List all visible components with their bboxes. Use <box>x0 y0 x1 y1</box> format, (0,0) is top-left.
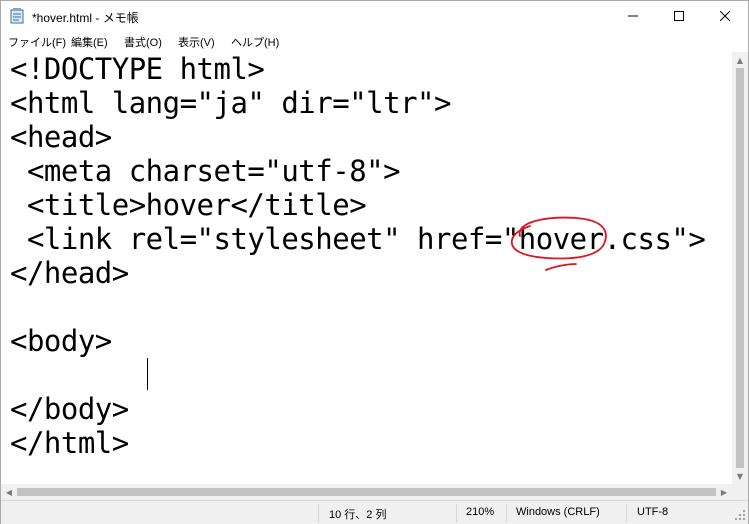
menu-bar: ファイル(F) 編集(E) 書式(O) 表示(V) ヘルプ(H) <box>1 31 748 51</box>
menu-format[interactable]: 書式(O) <box>124 34 162 50</box>
text-editor[interactable]: <!DOCTYPE html> <html lang="ja" dir="ltr… <box>1 52 732 484</box>
status-divider <box>506 504 507 522</box>
close-icon <box>720 11 730 21</box>
code-line: <meta charset="utf-8"> <box>10 154 401 188</box>
code-line: </html> <box>10 426 129 460</box>
maximize-icon <box>674 11 684 21</box>
code-line: <!DOCTYPE html> <box>10 52 265 86</box>
status-divider <box>456 504 457 522</box>
scroll-down-icon[interactable]: ▼ <box>732 468 748 484</box>
notepad-window: *hover.html - メモ帳 ファイル(F) 編集(E) 書式(O) 表示… <box>0 0 749 524</box>
code-line: </body> <box>10 392 129 426</box>
notepad-icon <box>10 8 24 24</box>
encoding: UTF-8 <box>637 506 669 518</box>
scroll-up-icon[interactable]: ▲ <box>732 52 748 68</box>
close-button[interactable] <box>702 1 748 31</box>
minimize-icon <box>628 15 638 17</box>
horizontal-scrollbar[interactable]: ◀ ▶ <box>1 484 732 500</box>
menu-help[interactable]: ヘルプ(H) <box>231 34 279 50</box>
zoom-level: 210% <box>466 506 495 518</box>
vertical-scroll-thumb[interactable] <box>736 68 744 468</box>
horizontal-scroll-thumb[interactable] <box>17 488 716 496</box>
scrollbar-corner <box>732 484 748 500</box>
maximize-button[interactable] <box>656 1 702 31</box>
red-circle-annotation <box>511 216 607 271</box>
status-divider <box>318 504 319 522</box>
vertical-scrollbar[interactable]: ▲ ▼ <box>732 52 748 484</box>
scroll-left-icon[interactable]: ◀ <box>1 484 17 500</box>
code-line: <body> <box>10 324 112 358</box>
code-line: <html lang="ja" dir="ltr"> <box>10 86 451 120</box>
cursor-position: 10 行、2 列 <box>329 509 387 521</box>
menu-view[interactable]: 表示(V) <box>178 34 215 50</box>
status-bar: 10 行、2 列 210% Windows (CRLF) UTF-8 <box>1 500 748 524</box>
code-line: <title>hover</title> <box>10 188 367 222</box>
scroll-right-icon[interactable]: ▶ <box>716 484 732 500</box>
status-divider <box>626 504 627 522</box>
text-caret <box>147 358 148 390</box>
menu-edit[interactable]: 編集(E) <box>71 34 108 50</box>
window-title: *hover.html - メモ帳 <box>32 11 139 25</box>
title-bar[interactable]: *hover.html - メモ帳 <box>1 1 748 31</box>
code-line: </head> <box>10 256 129 290</box>
code-line: <head> <box>10 120 112 154</box>
menu-file[interactable]: ファイル(F) <box>8 34 66 50</box>
resize-grip-icon[interactable] <box>734 509 746 521</box>
line-ending: Windows (CRLF) <box>516 506 600 518</box>
minimize-button[interactable] <box>610 1 656 31</box>
